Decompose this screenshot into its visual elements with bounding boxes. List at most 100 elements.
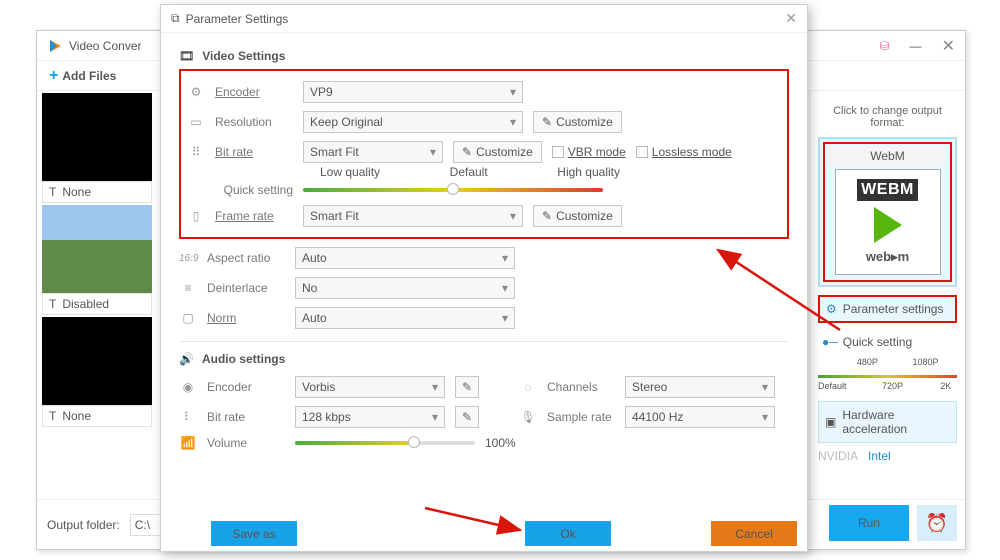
customize-label: Customize <box>476 145 533 159</box>
scale-1080p: 1080P <box>913 357 939 367</box>
output-format-box[interactable]: WebM WEBM web▸m <box>818 137 957 287</box>
quick-setting-label: Quick setting <box>215 183 293 197</box>
vbr-mode-checkbox[interactable]: VBR mode <box>552 145 626 159</box>
audio-encoder-edit[interactable]: ✎ <box>455 376 479 398</box>
aspect-ratio-label: Aspect ratio <box>207 251 285 265</box>
customize-label: Customize <box>556 209 613 223</box>
channels-select[interactable]: Stereo▾ <box>625 376 775 398</box>
channels-icon: ◌ <box>519 380 537 394</box>
pencil-icon: ✎ <box>542 115 552 129</box>
clip-item[interactable]: TDisabled <box>42 205 152 315</box>
slider-thumb[interactable] <box>447 183 459 195</box>
audio-encoder-label: Encoder <box>207 380 285 394</box>
framerate-select[interactable]: Smart Fit▾ <box>303 205 523 227</box>
audio-bitrate-select[interactable]: 128 kbps ▾ <box>295 406 445 428</box>
samplerate-select[interactable]: 44100 Hz▾ <box>625 406 775 428</box>
add-files-label: Add Files <box>62 69 116 83</box>
chevron-down-icon: ▾ <box>762 380 768 394</box>
aspect-ratio-icon: 16:9 <box>179 253 197 264</box>
norm-value: Auto <box>302 311 327 325</box>
quick-setting-scale[interactable]: 480P 1080P Default 720P 2K <box>818 357 957 391</box>
chevron-down-icon: ▾ <box>502 311 508 325</box>
webm-foot: web▸m <box>866 249 909 265</box>
aspect-ratio-select[interactable]: Auto▾ <box>295 247 515 269</box>
lossless-mode-checkbox[interactable]: Lossless mode <box>636 145 732 159</box>
bitrate-select[interactable]: Smart Fit▾ <box>303 141 443 163</box>
deinterlace-select[interactable]: No ▾ <box>295 277 515 299</box>
vbr-label: VBR mode <box>568 145 626 159</box>
audio-bitrate-value: 128 kbps <box>302 410 351 424</box>
save-as-label: Save as <box>232 527 275 541</box>
cancel-button[interactable]: Cancel <box>711 521 797 546</box>
dialog-footer: Save as Ok Cancel <box>161 521 807 551</box>
audio-encoder-value: Vorbis <box>302 380 335 394</box>
speaker-gear-icon: 🔊 <box>179 352 194 366</box>
quality-slider[interactable] <box>303 188 603 192</box>
cart-icon[interactable]: ⛁ <box>880 39 890 53</box>
bitrate-customize-button[interactable]: ✎ Customize <box>453 141 542 163</box>
quick-setting-button[interactable]: ●─ Quick setting <box>818 333 957 351</box>
clip-item[interactable]: TNone <box>42 317 152 427</box>
nvidia-label: NVIDIA <box>818 449 858 463</box>
framerate-customize-button[interactable]: ✎ Customize <box>533 205 622 227</box>
add-files-button[interactable]: +Add Files <box>49 67 116 85</box>
norm-select[interactable]: Auto ▾ <box>295 307 515 329</box>
pencil-icon: ✎ <box>542 209 552 223</box>
pencil-icon: ✎ <box>462 145 472 159</box>
video-settings-header: 🎞 Video Settings <box>179 49 789 63</box>
framerate-label[interactable]: Frame rate <box>215 209 293 223</box>
chevron-down-icon: ▾ <box>432 410 438 424</box>
app-logo-icon <box>47 38 63 54</box>
norm-label[interactable]: Norm <box>207 311 285 325</box>
chevron-down-icon: ▾ <box>502 281 508 295</box>
minimize-button[interactable]: ― <box>910 39 922 53</box>
chevron-down-icon: ▾ <box>502 251 508 265</box>
lossless-label: Lossless mode <box>652 145 732 159</box>
scale-720p: 720P <box>882 381 903 391</box>
audio-encoder-icon: ◉ <box>179 380 197 394</box>
slider-thumb[interactable] <box>408 436 420 448</box>
ok-button[interactable]: Ok <box>525 521 611 546</box>
run-label: Run <box>858 516 880 530</box>
chevron-down-icon: ▾ <box>510 115 516 129</box>
run-button[interactable]: Run <box>829 505 909 541</box>
close-button[interactable]: ✕ <box>942 36 955 56</box>
resolution-select[interactable]: Keep Original▾ <box>303 111 523 133</box>
volume-slider[interactable] <box>295 441 475 445</box>
encoder-select[interactable]: VP9▾ <box>303 81 523 103</box>
chip-icon: ▣ <box>825 415 836 429</box>
samplerate-label: Sample rate <box>547 410 615 424</box>
film-gear-icon: 🎞 <box>179 49 194 63</box>
resolution-customize-button[interactable]: ✎ Customize <box>533 111 622 133</box>
save-as-button[interactable]: Save as <box>211 521 297 546</box>
app-title: Video Conver <box>69 39 142 53</box>
dialog-titlebar: ⧉ Parameter Settings ✕ <box>161 5 807 33</box>
audio-bitrate-edit[interactable]: ✎ <box>455 406 479 428</box>
schedule-button[interactable]: ⏰ <box>917 505 957 541</box>
dialog-title: Parameter Settings <box>186 12 289 26</box>
customize-label: Customize <box>556 115 613 129</box>
scale-default: Default <box>818 381 847 391</box>
subtitle-label: Disabled <box>62 297 109 311</box>
clip-item[interactable]: TNone <box>42 93 152 203</box>
quality-labels: Low quality Default High quality <box>320 165 620 179</box>
parameter-settings-button[interactable]: ⚙ Parameter settings <box>818 295 957 323</box>
bitrate-label[interactable]: Bit rate <box>215 145 293 159</box>
right-panel: Click to change output format: WebM WEBM… <box>809 91 965 499</box>
hardware-acceleration[interactable]: ▣ Hardware acceleration <box>818 401 957 443</box>
encoder-label[interactable]: Encoder <box>215 85 293 99</box>
format-name: WebM <box>827 146 948 166</box>
subtitle-label: None <box>62 185 91 199</box>
volume-label: Volume <box>207 436 285 450</box>
deinterlace-icon: ≡ <box>179 281 197 295</box>
dialog-close-button[interactable]: ✕ <box>785 10 797 27</box>
deinterlace-value: No <box>302 281 317 295</box>
audio-encoder-select[interactable]: Vorbis▾ <box>295 376 445 398</box>
webm-tile-icon: WEBM web▸m <box>835 169 941 275</box>
cancel-label: Cancel <box>735 527 772 541</box>
play-icon <box>874 207 902 243</box>
channels-label: Channels <box>547 380 615 394</box>
intel-label: Intel <box>868 449 891 463</box>
parameter-settings-dialog: ⧉ Parameter Settings ✕ 🎞 Video Settings … <box>160 4 808 552</box>
volume-icon: 📶 <box>179 436 197 450</box>
